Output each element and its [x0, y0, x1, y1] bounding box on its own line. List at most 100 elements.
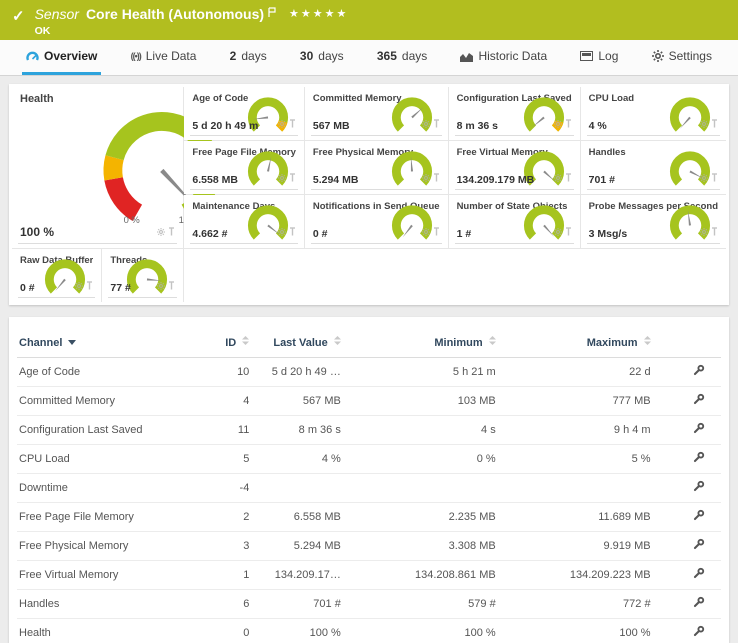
tile-pin-icon[interactable] — [289, 169, 296, 187]
cell-maximum: 11.689 MB — [496, 503, 651, 532]
table-row[interactable]: Free Virtual Memory 1 134.209.17… 134.20… — [17, 561, 721, 590]
gauge-tile[interactable]: Committed Memory 567 MB — [305, 87, 448, 140]
tile-pin-icon[interactable] — [565, 169, 572, 187]
tile-pin-icon[interactable] — [565, 223, 572, 241]
gauge-tile[interactable]: Free Virtual Memory 134.209.179 MB — [449, 141, 580, 194]
tab-2-days[interactable]: 2 days — [226, 40, 271, 75]
table-row[interactable]: Committed Memory 4 567 MB 103 MB 777 MB — [17, 387, 721, 416]
column-header-id[interactable]: ID — [207, 329, 249, 358]
tile-gear-icon[interactable] — [157, 223, 165, 241]
tile-gear-icon[interactable] — [278, 115, 286, 133]
tile-gear-icon[interactable] — [422, 115, 430, 133]
cell-last-value: 701 # — [249, 590, 341, 619]
tile-gear-icon[interactable] — [554, 223, 562, 241]
tile-gear-icon[interactable] — [554, 115, 562, 133]
tab-30-days[interactable]: 30 days — [296, 40, 348, 75]
channel-settings-icon[interactable] — [692, 368, 705, 380]
gauge-value: 100 % — [20, 225, 54, 239]
sort-both-icon — [334, 336, 341, 345]
table-row[interactable]: Free Page File Memory 2 6.558 MB 2.235 M… — [17, 503, 721, 532]
gauge-tile[interactable]: Raw Data Buffer 0 # — [12, 249, 101, 302]
tile-pin-icon[interactable] — [168, 223, 175, 241]
tile-gear-icon[interactable] — [157, 277, 165, 295]
tab-historic-data[interactable]: Historic Data — [456, 40, 551, 75]
gauge-tile[interactable]: Free Physical Memory 5.294 MB — [305, 141, 448, 194]
tile-pin-icon[interactable] — [289, 223, 296, 241]
cell-minimum: 134.208.861 MB — [341, 561, 496, 590]
table-row[interactable]: Age of Code 10 5 d 20 h 49 … 5 h 21 m 22… — [17, 358, 721, 387]
tab-live-data[interactable]: ((•)) Live Data — [127, 40, 201, 75]
tile-gear-icon[interactable] — [700, 169, 708, 187]
tile-gear-icon[interactable] — [75, 277, 83, 295]
gauge-tile[interactable]: Probe Messages per Second 3 Msg/s — [581, 195, 726, 248]
table-row[interactable]: Downtime -4 — [17, 474, 721, 503]
channels-table: Channel ID Last Value Minimum — [17, 329, 721, 643]
gauge-tile[interactable]: Notifications in Send Queue 0 # — [305, 195, 448, 248]
channel-settings-icon[interactable] — [692, 571, 705, 583]
channel-settings-icon[interactable] — [692, 397, 705, 409]
tab-365-days[interactable]: 365 days — [373, 40, 431, 75]
tile-gear-icon[interactable] — [700, 223, 708, 241]
tile-gear-icon[interactable] — [700, 115, 708, 133]
gauge-tile[interactable]: Handles 701 # — [581, 141, 726, 194]
channel-settings-icon[interactable] — [692, 484, 705, 496]
tile-gear-icon[interactable] — [278, 223, 286, 241]
table-header-row: Channel ID Last Value Minimum — [17, 329, 721, 358]
table-row[interactable]: Free Physical Memory 3 5.294 MB 3.308 MB… — [17, 532, 721, 561]
tile-gear-icon[interactable] — [422, 223, 430, 241]
flag-icon[interactable] — [268, 4, 277, 21]
tab-overview[interactable]: Overview — [22, 40, 101, 75]
gauge-tile[interactable]: Age of Code 5 d 20 h 49 m — [184, 87, 303, 140]
cell-id: 10 — [207, 358, 249, 387]
cell-channel: Health — [17, 619, 207, 643]
sort-both-icon — [644, 336, 651, 345]
column-header-last-value[interactable]: Last Value — [249, 329, 341, 358]
tile-pin-icon[interactable] — [711, 115, 718, 133]
gauge-tile[interactable]: Threads 77 # — [102, 249, 183, 302]
column-header-maximum[interactable]: Maximum — [496, 329, 651, 358]
live-signal-icon: ((•)) — [131, 51, 141, 61]
tile-pin-icon[interactable] — [433, 223, 440, 241]
tile-pin-icon[interactable] — [168, 277, 175, 295]
tile-gear-icon[interactable] — [278, 169, 286, 187]
tab-settings[interactable]: Settings — [648, 40, 716, 75]
channel-settings-icon[interactable] — [692, 426, 705, 438]
channel-settings-icon[interactable] — [692, 542, 705, 554]
cell-maximum: 22 d — [496, 358, 651, 387]
sort-desc-icon — [68, 340, 76, 345]
tile-pin-icon[interactable] — [711, 223, 718, 241]
gauge-value: 6.558 MB — [192, 174, 238, 186]
gauges-panel: Health 0 % 100 % 100 % Age of Code — [9, 84, 729, 305]
channel-settings-icon[interactable] — [692, 513, 705, 525]
tile-pin-icon[interactable] — [433, 115, 440, 133]
tile-pin-icon[interactable] — [86, 277, 93, 295]
cell-maximum: 100 % — [496, 619, 651, 643]
tile-pin-icon[interactable] — [289, 115, 296, 133]
table-row[interactable]: Configuration Last Saved 11 8 m 36 s 4 s… — [17, 416, 721, 445]
tile-pin-icon[interactable] — [565, 115, 572, 133]
table-row[interactable]: Health 0 100 % 100 % 100 % — [17, 619, 721, 643]
channel-settings-icon[interactable] — [692, 455, 705, 467]
table-body: Age of Code 10 5 d 20 h 49 … 5 h 21 m 22… — [17, 358, 721, 643]
cell-minimum: 3.308 MB — [341, 532, 496, 561]
tile-pin-icon[interactable] — [433, 169, 440, 187]
gauge-tile[interactable]: CPU Load 4 % — [581, 87, 726, 140]
tile-gear-icon[interactable] — [554, 169, 562, 187]
tile-gear-icon[interactable] — [422, 169, 430, 187]
column-header-channel[interactable]: Channel — [17, 329, 207, 358]
tab-log[interactable]: Log — [576, 40, 622, 75]
channel-settings-icon[interactable] — [692, 600, 705, 612]
priority-stars[interactable]: ★★★★★ — [289, 6, 348, 23]
table-row[interactable]: Handles 6 701 # 579 # 772 # — [17, 590, 721, 619]
gauge-tile[interactable]: Free Page File Memory 6.558 MB — [184, 141, 303, 194]
gauge-tile[interactable]: Configuration Last Saved 8 m 36 s — [449, 87, 580, 140]
cell-channel: Age of Code — [17, 358, 207, 387]
empty-panel-area — [184, 249, 726, 302]
gauge-tile[interactable]: Maintenance Days 4.662 # — [184, 195, 303, 248]
channel-settings-icon[interactable] — [692, 629, 705, 641]
gauge-tile[interactable]: Number of State Objects 1 # — [449, 195, 580, 248]
table-row[interactable]: CPU Load 5 4 % 0 % 5 % — [17, 445, 721, 474]
column-header-minimum[interactable]: Minimum — [341, 329, 496, 358]
gauge-tile-health[interactable]: Health 0 % 100 % 100 % — [12, 87, 183, 248]
tile-pin-icon[interactable] — [711, 169, 718, 187]
